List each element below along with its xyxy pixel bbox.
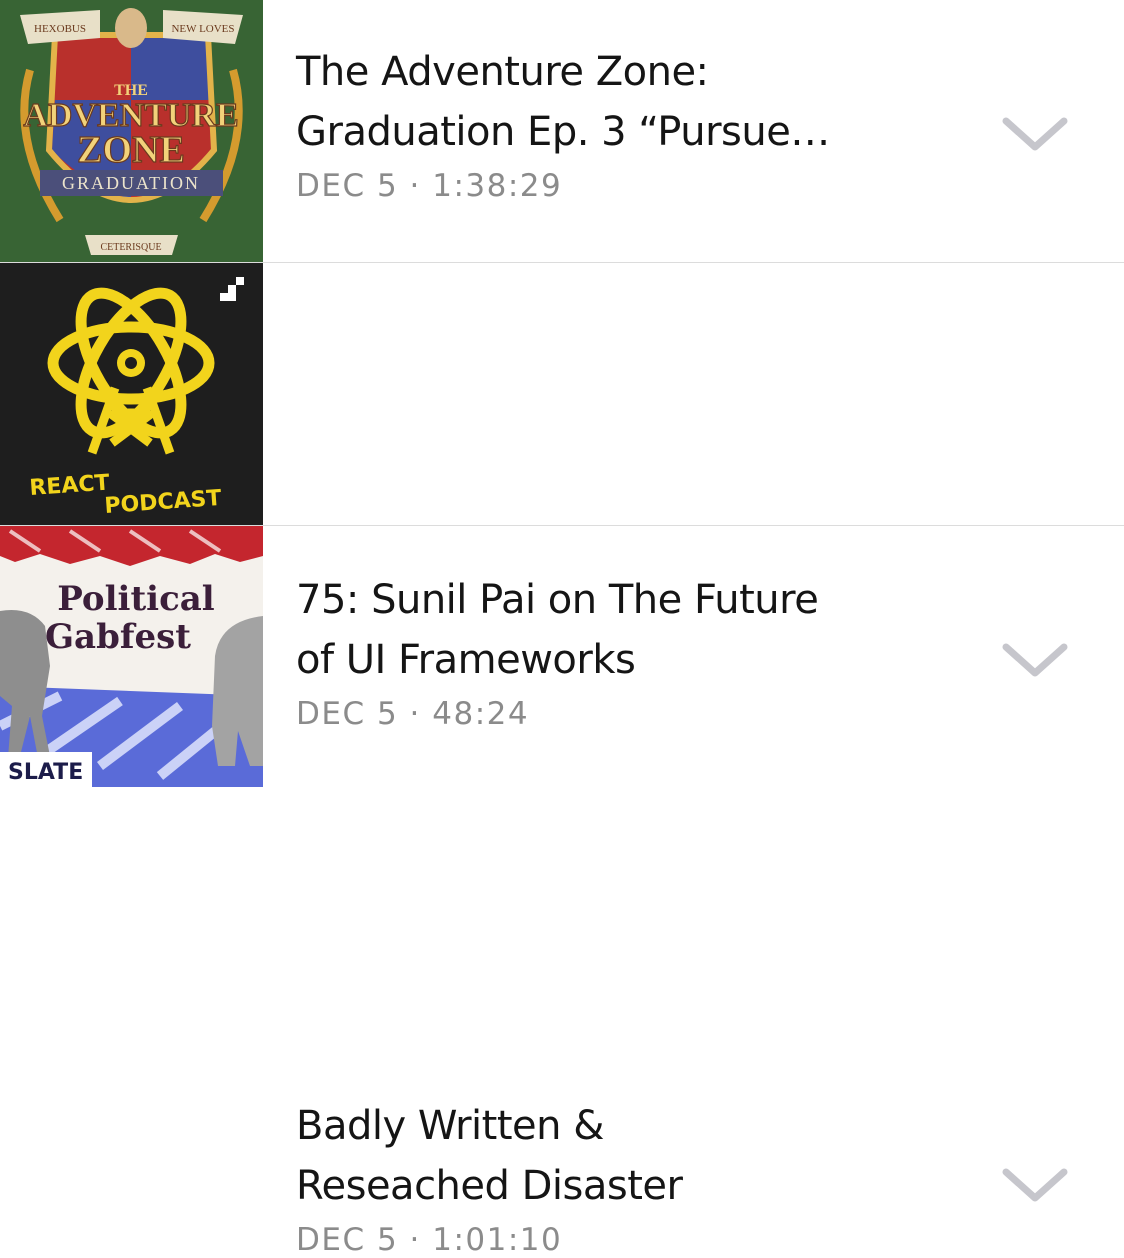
episode-row[interactable]: Political Gabfest SLATE Badly Written & … — [0, 526, 1124, 1258]
podcast-artwork: Political Gabfest SLATE — [0, 526, 263, 787]
react-podcast-artwork: REACT PODCAST — [0, 263, 263, 525]
episode-title-line: Reseached Disaster — [296, 1163, 683, 1209]
episode-row[interactable]: REACT PODCAST 75: Sunil Pai on The Futur… — [0, 263, 1124, 732]
podcast-artwork: REACT PODCAST — [0, 263, 263, 525]
chevron-down-icon[interactable] — [1000, 1166, 1070, 1206]
art-brand-slate: SLATE — [8, 760, 83, 785]
episode-meta: DEC 5 · 1:38:29 — [296, 168, 563, 204]
adventure-zone-artwork: HEXOBUS NEW LOVES THE ADVENTURE ZONE GRA… — [0, 0, 263, 262]
art-word-political: Political — [57, 579, 215, 619]
episode-title-line: Badly Written & — [296, 1103, 604, 1149]
podcast-artwork: HEXOBUS NEW LOVES THE ADVENTURE ZONE GRA… — [0, 0, 263, 262]
episode-meta: DEC 5 · 1:01:10 — [296, 1222, 563, 1258]
episode-title: Badly Written & Reseached Disaster — [296, 1096, 936, 1216]
art-motto: CETERISQUE — [100, 242, 161, 253]
episode-info: The Adventure Zone: Graduation Ep. 3 “Pu… — [296, 42, 936, 204]
art-word-graduation: GRADUATION — [62, 173, 200, 193]
banner-left-text: HEXOBUS — [34, 23, 86, 35]
political-gabfest-artwork: Political Gabfest SLATE — [0, 526, 263, 787]
episode-title-line: Graduation Ep. 3 “Pursue… — [296, 109, 830, 155]
art-word-gabfest: Gabfest — [45, 617, 191, 657]
art-word-zone: ZONE — [77, 129, 185, 171]
episode-row[interactable]: HEXOBUS NEW LOVES THE ADVENTURE ZONE GRA… — [0, 0, 1124, 262]
episode-title-line: The Adventure Zone: — [296, 49, 709, 95]
banner-right-text: NEW LOVES — [171, 23, 234, 35]
episode-list: HEXOBUS NEW LOVES THE ADVENTURE ZONE GRA… — [0, 0, 1124, 1258]
chevron-down-icon[interactable] — [1000, 115, 1070, 155]
episode-info: Badly Written & Reseached Disaster DEC 5… — [296, 1096, 936, 1258]
episode-title: The Adventure Zone: Graduation Ep. 3 “Pu… — [296, 42, 936, 162]
